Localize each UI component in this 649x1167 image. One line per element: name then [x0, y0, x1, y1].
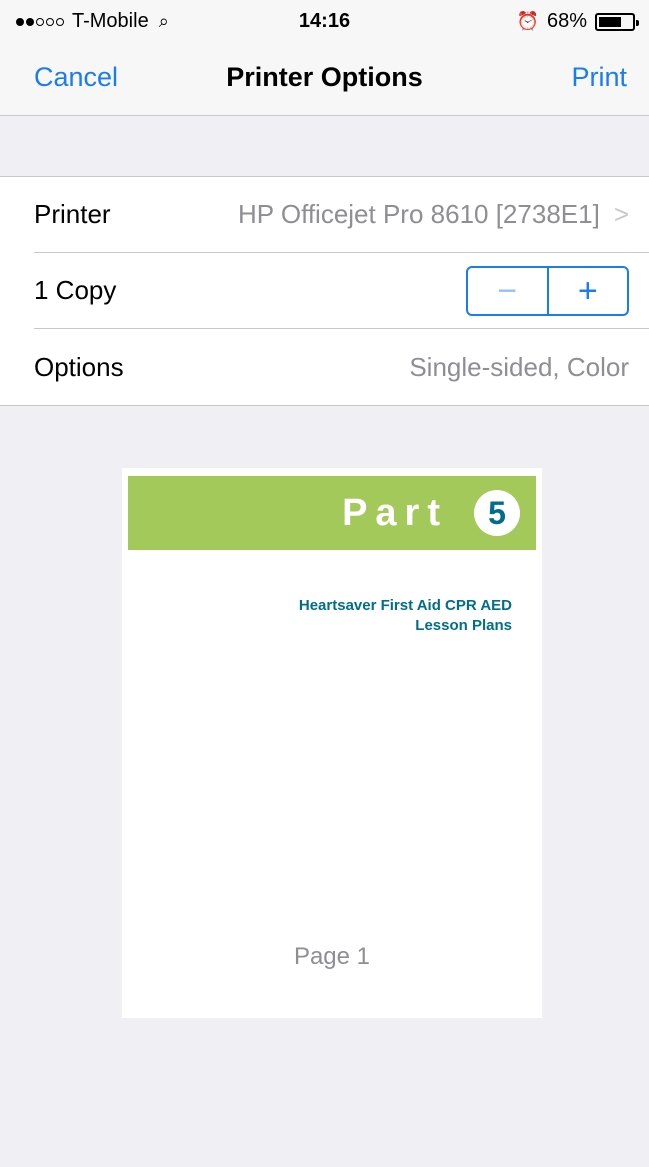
page-preview[interactable]: Part 5 Heartsaver First Aid CPR AED Less…	[122, 468, 542, 1018]
decrement-button[interactable]: −	[468, 268, 549, 314]
page-title: Printer Options	[226, 62, 423, 92]
print-button[interactable]: Print	[571, 62, 627, 93]
copies-stepper: − +	[466, 266, 629, 316]
page-number-label: Page 1	[293, 943, 371, 970]
banner-number: 5	[474, 490, 520, 536]
status-bar: T-Mobile ⌕ 14:16 ⏰ 68%	[0, 0, 649, 42]
printer-value-group: HP Officejet Pro 8610 [2738E1] >	[238, 199, 629, 230]
increment-button[interactable]: +	[549, 268, 628, 314]
document-title-line1: Heartsaver First Aid CPR AED	[298, 597, 512, 614]
alarm-icon: ⏰	[516, 11, 539, 31]
options-label: Options	[34, 351, 124, 382]
navigation-bar: Cancel Printer Options Print	[0, 42, 649, 116]
document-title-line2: Lesson Plans	[415, 617, 512, 634]
chevron-right-icon: >	[613, 199, 629, 229]
part-banner: Part 5	[128, 476, 536, 550]
status-right: ⏰ 68%	[516, 10, 639, 33]
battery-icon	[595, 12, 639, 31]
printer-row[interactable]: Printer HP Officejet Pro 8610 [2738E1] >	[34, 177, 649, 253]
copies-label: 1 Copy	[34, 275, 117, 305]
document-title: Heartsaver First Aid CPR AED Lesson Plan…	[299, 596, 512, 636]
battery-percent: 68%	[546, 10, 587, 32]
copies-row: 1 Copy − +	[34, 253, 649, 329]
options-row[interactable]: Options Single-sided, Color	[34, 329, 649, 405]
options-value: Single-sided, Color	[409, 351, 629, 382]
printer-settings-table: Printer HP Officejet Pro 8610 [2738E1] >…	[0, 176, 649, 406]
banner-text: Part	[342, 492, 448, 534]
printer-value: HP Officejet Pro 8610 [2738E1]	[237, 199, 600, 229]
printer-label: Printer	[34, 199, 111, 229]
